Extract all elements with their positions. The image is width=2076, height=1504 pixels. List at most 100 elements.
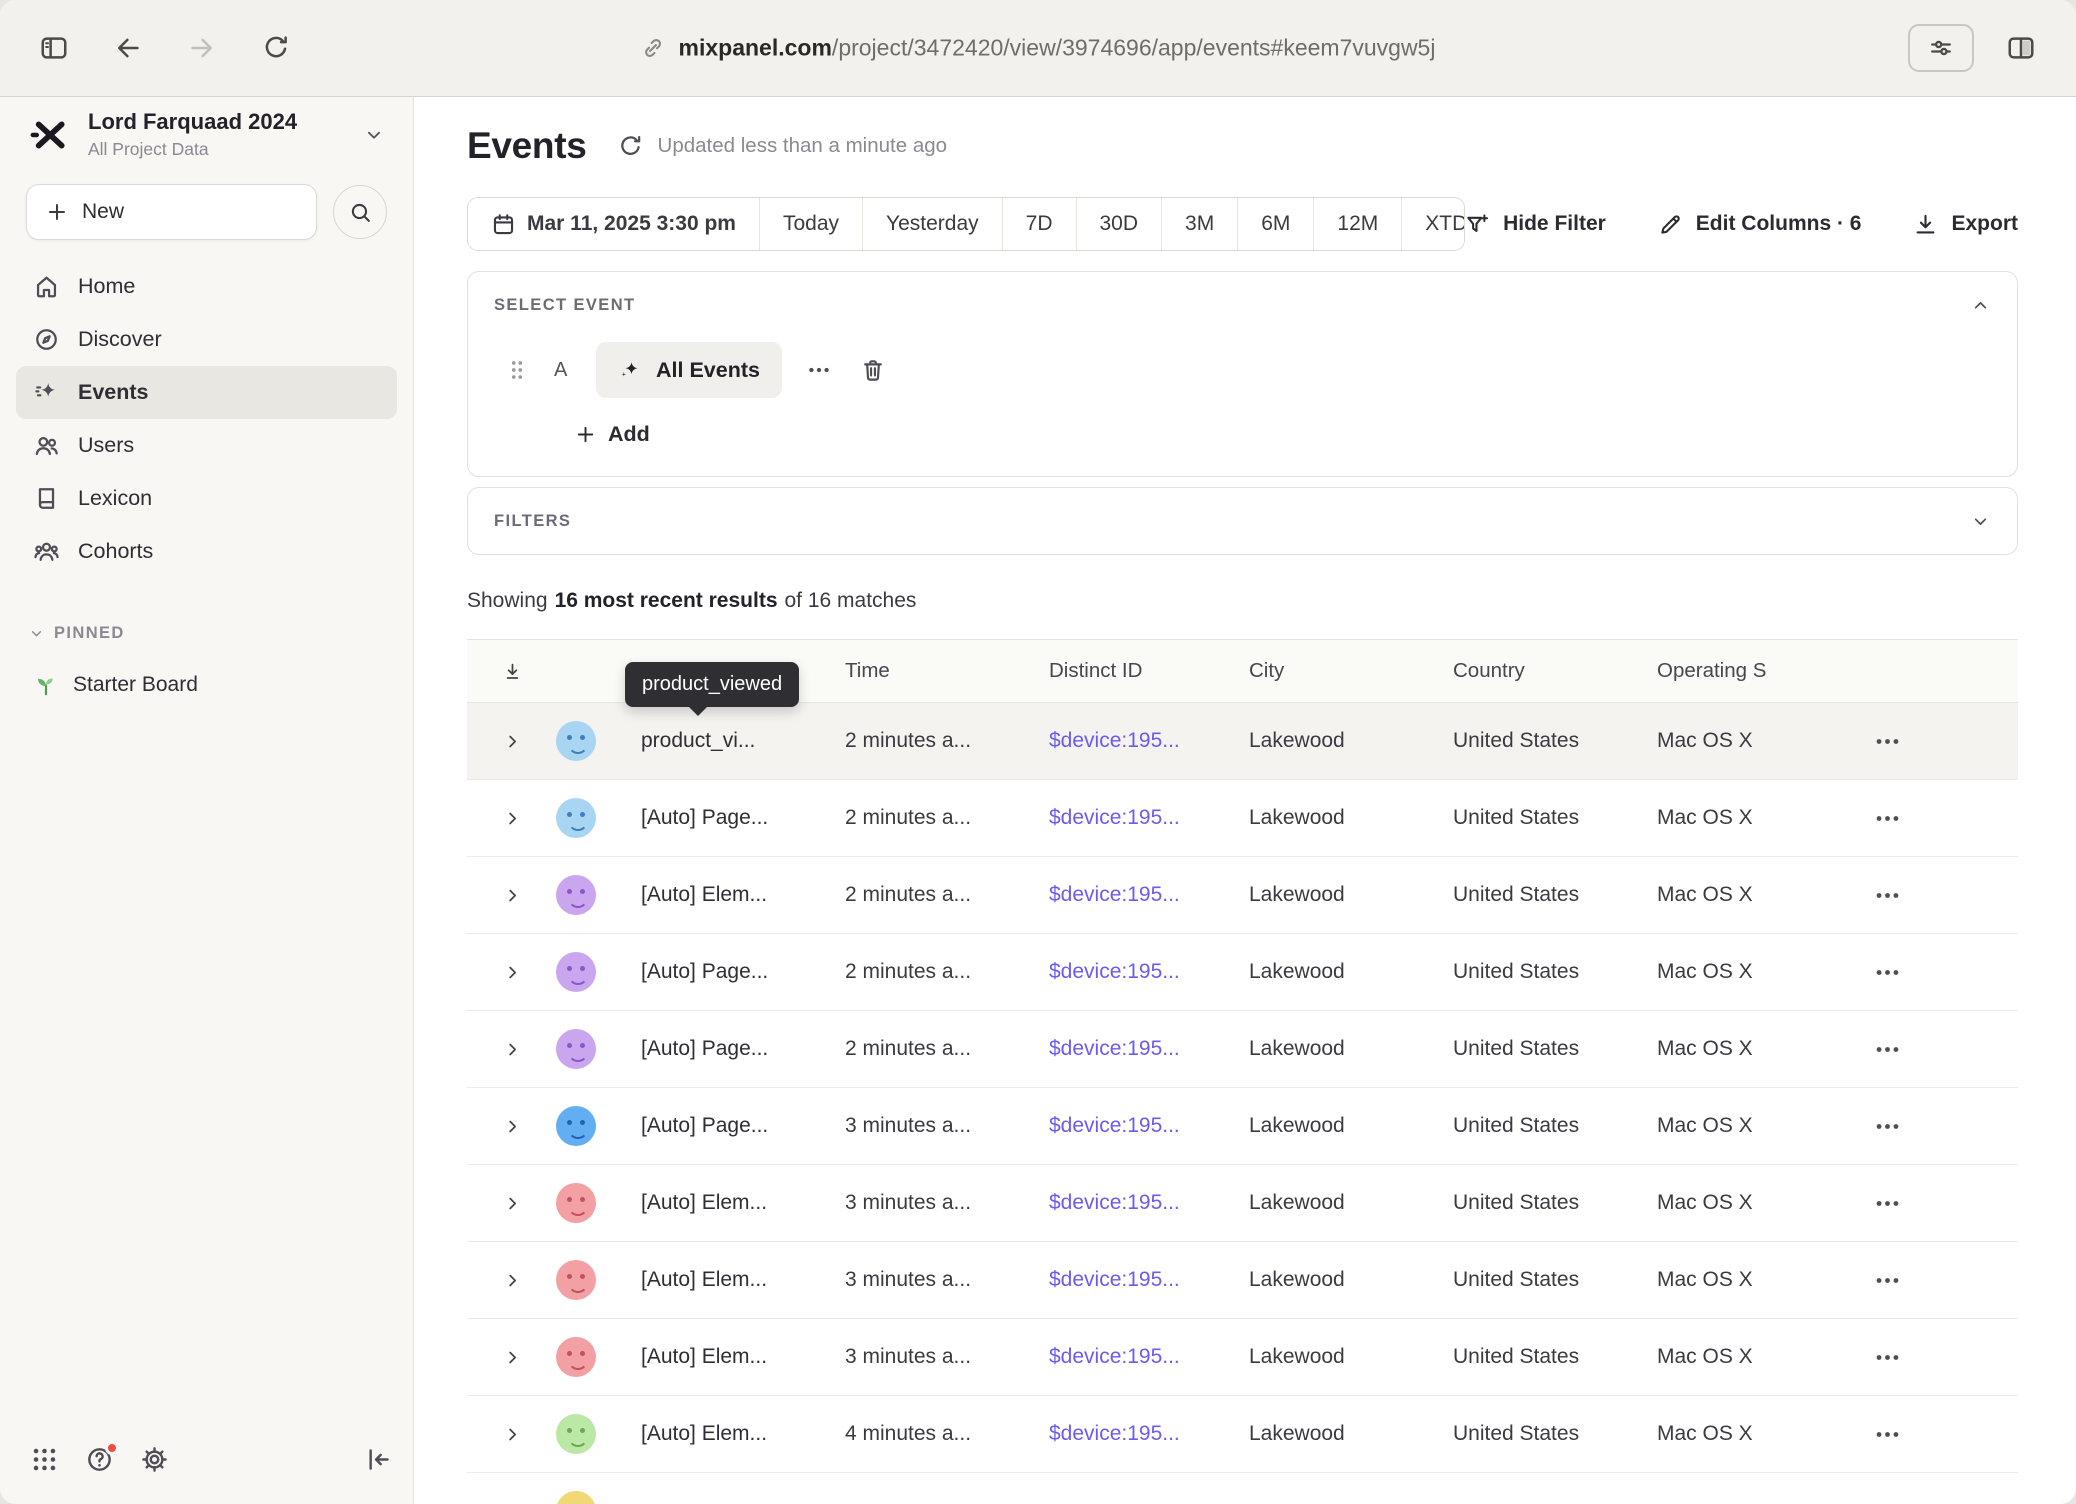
range-yesterday[interactable]: Yesterday xyxy=(862,198,1002,250)
row-chevron-icon[interactable] xyxy=(502,962,523,983)
event-name[interactable]: [Auto] Page... xyxy=(609,806,813,830)
range-xtd[interactable]: XTD xyxy=(1401,198,1465,250)
table-row[interactable]: [Auto] Page... 2 minutes a... $device:19… xyxy=(467,1011,2018,1088)
row-chevron-icon[interactable] xyxy=(502,808,523,829)
row-chevron-icon[interactable] xyxy=(502,731,523,752)
event-name[interactable]: [Auto] Page... xyxy=(609,1037,813,1061)
project-switcher[interactable]: Lord Farquaad 2024 All Project Data xyxy=(0,97,413,170)
distinct-id-link[interactable]: $device:195... xyxy=(1049,960,1180,983)
row-menu-button[interactable] xyxy=(1873,1266,1902,1295)
distinct-id-link[interactable]: $device:195... xyxy=(1049,729,1180,752)
sidebar-item-starter-board[interactable]: Starter Board xyxy=(16,661,397,709)
split-view-icon[interactable] xyxy=(2006,33,2036,63)
hide-filter-button[interactable]: Hide Filter xyxy=(1465,212,1606,237)
event-name[interactable]: [Auto] Page... xyxy=(609,1114,813,1138)
date-picker-button[interactable]: Mar 11, 2025 3:30 pm xyxy=(468,198,759,250)
range-today[interactable]: Today xyxy=(759,198,862,250)
event-country: United States xyxy=(1421,1268,1625,1292)
col-header-city[interactable]: City xyxy=(1217,659,1421,683)
range-3m[interactable]: 3M xyxy=(1161,198,1237,250)
event-name[interactable]: [Auto] Elem... xyxy=(609,1191,813,1215)
row-chevron-icon[interactable] xyxy=(502,1116,523,1137)
refresh-icon[interactable] xyxy=(617,133,644,160)
url-bar[interactable]: mixpanel.com/project/3472420/view/397469… xyxy=(641,35,1436,62)
distinct-id-link[interactable]: $device:195... xyxy=(1049,806,1180,829)
row-chevron-icon[interactable] xyxy=(502,1424,523,1445)
distinct-id-link[interactable]: $device:195... xyxy=(1049,1037,1180,1060)
table-row[interactable]: [Auto] Elem... 3 minutes a... $device:19… xyxy=(467,1165,2018,1242)
table-row[interactable]: [Auto] Elem... 3 minutes a... $device:19… xyxy=(467,1242,2018,1319)
row-menu-button[interactable] xyxy=(1873,881,1902,910)
sidebar-item-home[interactable]: Home xyxy=(16,260,397,313)
row-chevron-icon[interactable] xyxy=(502,1270,523,1291)
range-7d[interactable]: 7D xyxy=(1002,198,1076,250)
event-options-button[interactable] xyxy=(806,357,832,383)
reload-icon[interactable] xyxy=(261,33,291,63)
table-row[interactable]: [Auto] Page... 2 minutes a... $device:19… xyxy=(467,780,2018,857)
sidebar-item-cohorts[interactable]: Cohorts xyxy=(16,525,397,578)
event-name[interactable]: [Auto] Elem... xyxy=(609,1268,813,1292)
range-6m[interactable]: 6M xyxy=(1237,198,1313,250)
apps-grid-icon[interactable] xyxy=(30,1445,59,1474)
event-name[interactable]: [Auto] Page... xyxy=(609,960,813,984)
event-country: United States xyxy=(1421,1191,1625,1215)
table-row[interactable]: [Auto] Page... 2 minutes a... $device:19… xyxy=(467,934,2018,1011)
table-row[interactable]: [Auto] Page... 3 minutes a... $device:19… xyxy=(467,1088,2018,1165)
drag-handle-icon[interactable] xyxy=(504,357,530,383)
col-header-distinct-id[interactable]: Distinct ID xyxy=(1017,659,1217,683)
row-chevron-icon[interactable] xyxy=(502,885,523,906)
row-menu-button[interactable] xyxy=(1873,1189,1902,1218)
event-name[interactable]: [Auto] Elem... xyxy=(609,883,813,907)
settings-gear-icon[interactable] xyxy=(140,1445,169,1474)
row-menu-button[interactable] xyxy=(1873,1343,1902,1372)
table-row[interactable] xyxy=(467,1473,2018,1504)
browser-chrome: mixpanel.com/project/3472420/view/397469… xyxy=(0,0,2076,97)
event-name[interactable]: [Auto] Elem... xyxy=(609,1345,813,1369)
col-header-os[interactable]: Operating S xyxy=(1625,659,1845,683)
jump-to-bottom-icon[interactable] xyxy=(502,661,523,682)
col-header-country[interactable]: Country xyxy=(1421,659,1625,683)
search-button[interactable] xyxy=(333,185,387,239)
row-menu-button[interactable] xyxy=(1873,1420,1902,1449)
edit-columns-button[interactable]: Edit Columns · 6 xyxy=(1658,212,1862,237)
row-menu-button[interactable] xyxy=(1873,727,1902,756)
help-button[interactable] xyxy=(85,1445,114,1474)
row-chevron-icon[interactable] xyxy=(502,1347,523,1368)
panel-toggle-icon[interactable] xyxy=(39,33,69,63)
row-chevron-icon[interactable] xyxy=(502,1193,523,1214)
add-event-button[interactable]: Add xyxy=(574,414,650,454)
collapse-sidebar-icon[interactable] xyxy=(364,1445,393,1474)
new-button[interactable]: New xyxy=(26,184,317,240)
distinct-id-link[interactable]: $device:195... xyxy=(1049,1268,1180,1291)
delete-event-button[interactable] xyxy=(860,357,886,383)
event-selector-chip[interactable]: All Events xyxy=(596,342,782,398)
event-name[interactable]: product_vi... xyxy=(609,729,813,753)
table-row[interactable]: [Auto] Elem... 2 minutes a... $device:19… xyxy=(467,857,2018,934)
back-icon[interactable] xyxy=(113,33,143,63)
distinct-id-link[interactable]: $device:195... xyxy=(1049,1114,1180,1137)
sidebar-item-discover[interactable]: Discover xyxy=(16,313,397,366)
table-row[interactable]: [Auto] Elem... 3 minutes a... $device:19… xyxy=(467,1319,2018,1396)
distinct-id-link[interactable]: $device:195... xyxy=(1049,1422,1180,1445)
sidebar-item-lexicon[interactable]: Lexicon xyxy=(16,472,397,525)
table-row[interactable]: [Auto] Elem... 4 minutes a... $device:19… xyxy=(467,1396,2018,1473)
page-settings-button[interactable] xyxy=(1908,24,1974,72)
export-button[interactable]: Export xyxy=(1913,212,2018,237)
row-menu-button[interactable] xyxy=(1873,958,1902,987)
event-name[interactable]: [Auto] Elem... xyxy=(609,1422,813,1446)
range-30d[interactable]: 30D xyxy=(1076,198,1162,250)
expand-section-icon[interactable] xyxy=(1970,511,1991,532)
distinct-id-link[interactable]: $device:195... xyxy=(1049,883,1180,906)
row-chevron-icon[interactable] xyxy=(502,1039,523,1060)
range-12m[interactable]: 12M xyxy=(1313,198,1401,250)
sidebar-item-events[interactable]: Events xyxy=(16,366,397,419)
row-menu-button[interactable] xyxy=(1873,1035,1902,1064)
distinct-id-link[interactable]: $device:195... xyxy=(1049,1345,1180,1368)
row-menu-button[interactable] xyxy=(1873,804,1902,833)
col-header-time[interactable]: Time xyxy=(813,659,1017,683)
pinned-section-toggle[interactable]: PINNED xyxy=(28,624,385,643)
row-menu-button[interactable] xyxy=(1873,1112,1902,1141)
collapse-section-icon[interactable] xyxy=(1970,295,1991,316)
distinct-id-link[interactable]: $device:195... xyxy=(1049,1191,1180,1214)
sidebar-item-users[interactable]: Users xyxy=(16,419,397,472)
